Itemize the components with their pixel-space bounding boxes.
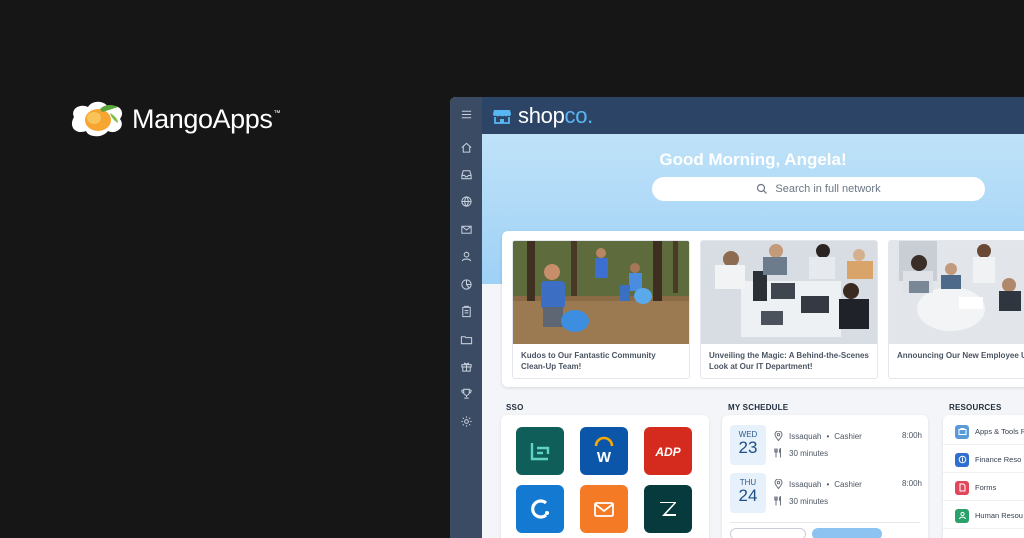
- duration-text: 30 minutes: [789, 448, 829, 458]
- news-card[interactable]: Kudos to Our Fantastic Community Clean-U…: [512, 240, 690, 379]
- coupa-icon[interactable]: [516, 485, 564, 533]
- divider: [730, 522, 920, 523]
- sso-panel: W ADP: [501, 415, 709, 538]
- workday-icon[interactable]: W: [580, 427, 628, 475]
- svg-text:ADP: ADP: [654, 445, 681, 459]
- news-carousel: Kudos to Our Fantastic Community Clean-U…: [502, 231, 1024, 387]
- schedule-section-title: MY SCHEDULE: [728, 403, 789, 412]
- menu-icon[interactable]: [450, 105, 482, 123]
- news-title: Unveiling the Magic: A Behind-the-Scenes…: [709, 351, 869, 371]
- schedule-location: Issaquah • Cashier: [774, 431, 862, 441]
- resource-item[interactable]: Finance Reso: [943, 447, 1024, 473]
- greeting-title: Good Morning, Angela!: [659, 150, 847, 169]
- news-card[interactable]: Unveiling the Magic: A Behind-the-Scenes…: [700, 240, 878, 379]
- adp-icon[interactable]: ADP: [644, 427, 692, 475]
- resource-label: Human Resou: [975, 511, 1023, 520]
- utensils-icon: [774, 496, 781, 506]
- globe-icon[interactable]: [450, 192, 482, 210]
- mail-icon[interactable]: [450, 220, 482, 238]
- schedule-time: 8:00h: [901, 479, 922, 488]
- resource-label: Finance Reso: [975, 455, 1022, 464]
- schedule-location: Issaquah • Cashier: [774, 479, 862, 489]
- role-text: Cashier: [834, 431, 862, 441]
- resource-item[interactable]: Forms: [943, 475, 1024, 501]
- schedule-time: 8:00h: [901, 431, 922, 440]
- role-text: Cashier: [834, 479, 862, 489]
- mangoapps-brand: MangoApps ™: [66, 97, 281, 141]
- mail-app-icon[interactable]: [580, 485, 628, 533]
- chart-pie-icon[interactable]: [450, 275, 482, 293]
- sso-section-title: SSO: [506, 403, 524, 412]
- resource-label: Apps & Tools R: [975, 427, 1024, 436]
- app-header: shopco.: [482, 97, 1024, 134]
- finance-icon: [955, 452, 969, 467]
- resources-section-title: RESOURCES: [949, 403, 1002, 412]
- date-day: 23: [738, 438, 758, 457]
- location-text: Issaquah: [789, 431, 822, 441]
- resource-item[interactable]: Apps & Tools R: [943, 419, 1024, 445]
- news-image: [701, 241, 877, 344]
- document-icon: [955, 480, 969, 495]
- search-placeholder: Search in full network: [775, 183, 881, 195]
- resource-item[interactable]: Human Resou: [943, 503, 1024, 529]
- schedule-duration: 30 minutes: [774, 496, 828, 506]
- nav-rail: [450, 97, 482, 538]
- utensils-icon: [774, 448, 781, 458]
- search-icon: [757, 183, 768, 194]
- brand-name: MangoApps: [132, 103, 273, 134]
- separator-dot: •: [826, 479, 830, 489]
- date-day: 24: [738, 486, 758, 505]
- news-title: Kudos to Our Fantastic Community Clean-U…: [521, 351, 656, 371]
- trophy-icon[interactable]: [450, 384, 482, 402]
- logo-accent-text: co.: [564, 102, 594, 128]
- linear-app-icon[interactable]: [516, 427, 564, 475]
- schedule-panel: WED 23 Issaquah • Cashier 30 minutes 8:0…: [722, 415, 928, 538]
- resource-label: Forms: [975, 483, 997, 492]
- briefcase-icon: [955, 424, 969, 439]
- zendesk-icon[interactable]: [644, 485, 692, 533]
- primary-schedule-button[interactable]: [812, 528, 882, 538]
- schedule-duration: 30 minutes: [774, 448, 828, 458]
- location-pin-icon: [774, 479, 783, 489]
- inbox-icon[interactable]: [450, 165, 482, 183]
- shopco-logo[interactable]: shopco.: [518, 103, 593, 129]
- date-badge: THU 24: [730, 473, 766, 513]
- logo-main-text: shop: [518, 102, 565, 128]
- separator-dot: •: [826, 431, 830, 441]
- date-badge: WED 23: [730, 425, 766, 465]
- duration-text: 30 minutes: [789, 496, 829, 506]
- view-schedule-button[interactable]: [730, 528, 806, 538]
- schedule-item[interactable]: WED 23 Issaquah • Cashier 30 minutes 8:0…: [730, 425, 922, 467]
- news-image: [889, 241, 1024, 344]
- trademark-mark: ™: [273, 109, 281, 117]
- news-image: [513, 241, 689, 344]
- person-badge-icon: [955, 508, 969, 523]
- folder-icon[interactable]: [450, 330, 482, 348]
- resources-panel: Apps & Tools R Finance Reso Forms Human …: [943, 415, 1024, 538]
- gift-icon[interactable]: [450, 357, 482, 375]
- svg-text:W: W: [597, 449, 612, 466]
- news-title: Announcing Our New Employee Updates!: [897, 351, 1024, 360]
- news-card[interactable]: Announcing Our New Employee Updates!: [888, 240, 1024, 379]
- mango-logo-icon: [71, 101, 123, 137]
- home-icon[interactable]: [450, 138, 482, 156]
- location-pin-icon: [774, 431, 783, 441]
- app-window: shopco. Good Morning, Angela! Search in …: [450, 97, 1024, 538]
- storefront-icon: [493, 109, 511, 124]
- clipboard-icon[interactable]: [450, 302, 482, 320]
- location-text: Issaquah: [789, 479, 822, 489]
- person-icon[interactable]: [450, 247, 482, 265]
- settings-icon[interactable]: [450, 412, 482, 430]
- schedule-item[interactable]: THU 24 Issaquah • Cashier 30 minutes 8:0…: [730, 473, 922, 515]
- search-input[interactable]: Search in full network: [652, 177, 985, 201]
